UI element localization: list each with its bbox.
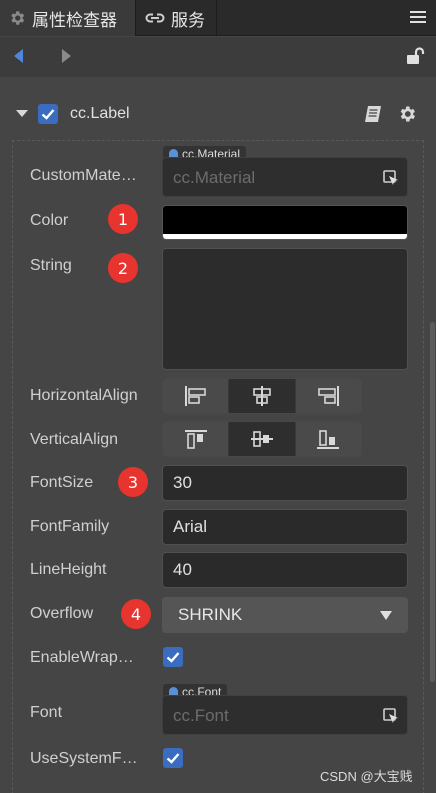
back-arrow-icon[interactable] — [14, 49, 24, 68]
align-center-button[interactable] — [229, 379, 296, 413]
forward-arrow-icon[interactable] — [61, 49, 71, 68]
pick-node-icon[interactable] — [383, 708, 399, 729]
font-family-label: FontFamily — [30, 518, 110, 535]
align-middle-button[interactable] — [229, 422, 296, 456]
font-size-label: FontSize — [30, 474, 94, 491]
tab-bar: 属性检查器 服务 — [0, 0, 436, 36]
color-label: Color — [30, 212, 69, 229]
component-title: cc.Label — [70, 105, 130, 122]
annotation-badge-2: 2 — [108, 253, 138, 283]
dropdown-arrow-icon — [380, 611, 392, 620]
vertical-align-group — [162, 421, 362, 457]
unlock-icon[interactable] — [406, 47, 426, 70]
scrollbar[interactable] — [430, 322, 435, 682]
custom-material-placeholder: cc.Material — [173, 168, 256, 187]
color-alpha-bar — [163, 234, 407, 239]
tab-service-label: 服务 — [171, 10, 205, 30]
watermark: CSDN @大宝贱 — [320, 769, 413, 784]
vertical-align-label: VerticalAlign — [30, 431, 119, 448]
annotation-badge-3: 3 — [118, 467, 148, 497]
horizontal-align-label: HorizontalAlign — [30, 387, 138, 404]
book-icon[interactable] — [363, 105, 383, 128]
string-textarea[interactable] — [162, 248, 408, 370]
align-top-button[interactable] — [163, 422, 230, 456]
menu-icon[interactable] — [410, 8, 426, 26]
line-height-input[interactable]: 40 — [162, 552, 408, 588]
align-left-button[interactable] — [163, 379, 230, 413]
font-label: Font — [30, 704, 63, 721]
use-system-font-label: UseSystemF… — [30, 750, 138, 767]
font-asset-field[interactable]: cc.Font — [162, 695, 408, 735]
tab-service[interactable]: 服务 — [137, 0, 217, 36]
annotation-badge-4: 4 — [121, 599, 151, 629]
component-enabled-checkbox[interactable] — [38, 104, 58, 124]
component-header: cc.Label — [0, 96, 436, 132]
line-height-label: LineHeight — [30, 561, 107, 578]
tab-inspector-label: 属性检查器 — [32, 10, 117, 30]
font-placeholder: cc.Font — [173, 706, 229, 725]
collapse-caret-icon[interactable] — [16, 110, 28, 117]
enable-wrap-label: EnableWrap… — [30, 649, 134, 666]
font-size-input[interactable]: 30 — [162, 465, 408, 501]
annotation-badge-1: 1 — [108, 204, 138, 234]
horizontal-align-group — [162, 378, 362, 414]
overflow-selected-value: SHRINK — [178, 605, 243, 624]
link-icon — [145, 11, 165, 25]
tab-inspector[interactable]: 属性检查器 — [0, 0, 136, 36]
align-right-button[interactable] — [295, 379, 361, 413]
string-label: String — [30, 257, 72, 274]
history-nav-bar — [0, 37, 436, 77]
custom-material-field[interactable]: cc.Material — [162, 157, 408, 197]
overflow-select[interactable]: SHRINK — [162, 597, 408, 633]
use-system-font-checkbox[interactable] — [163, 748, 183, 768]
font-family-input[interactable]: Arial — [162, 509, 408, 545]
gear-icon — [8, 9, 26, 27]
settings-gear-icon[interactable] — [397, 104, 417, 129]
enable-wrap-checkbox[interactable] — [163, 647, 183, 667]
overflow-label: Overflow — [30, 605, 94, 622]
align-bottom-button[interactable] — [295, 422, 361, 456]
custom-material-label: CustomMate… — [30, 167, 137, 184]
color-picker-field[interactable] — [162, 205, 408, 240]
pick-node-icon[interactable] — [383, 170, 399, 191]
